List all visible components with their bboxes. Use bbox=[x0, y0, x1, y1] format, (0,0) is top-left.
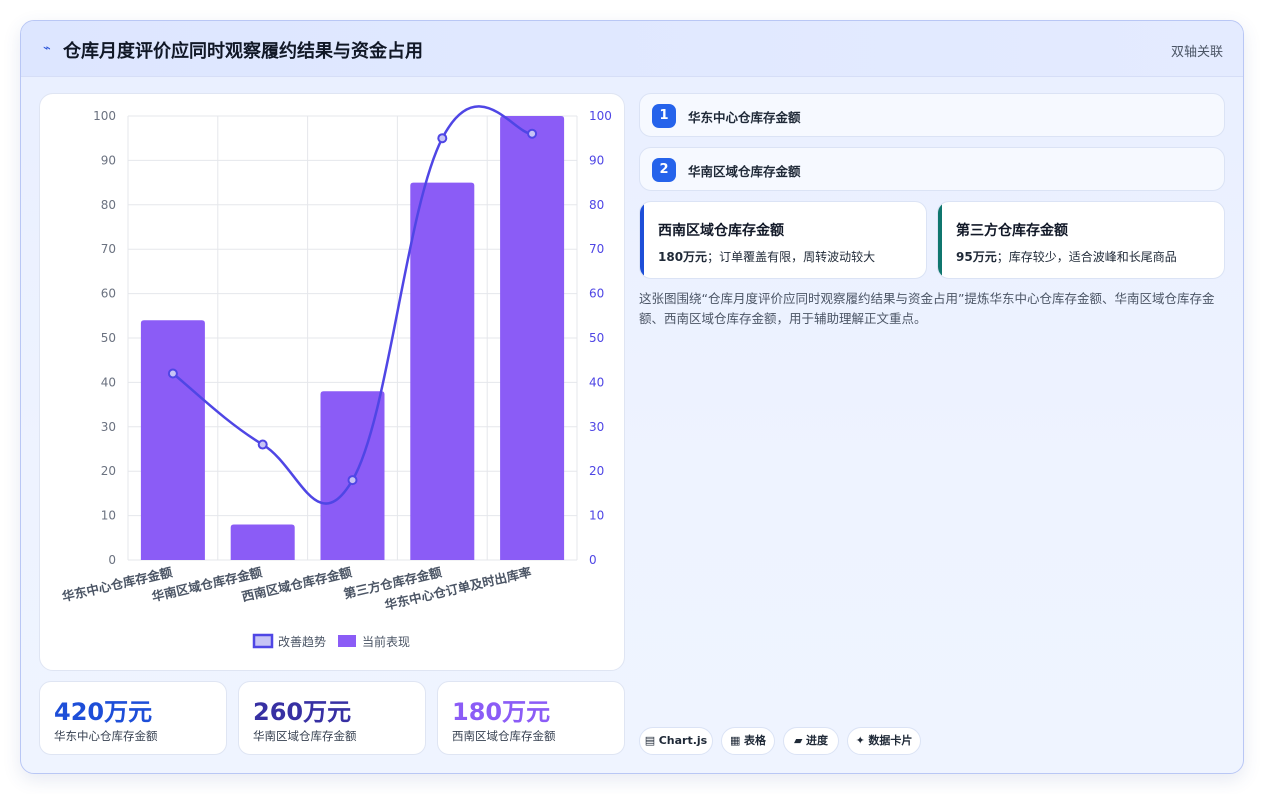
y2-tick-label: 0 bbox=[589, 553, 597, 567]
legend-swatch-line bbox=[252, 633, 274, 649]
chart-panel: 0 0 10 10 20 20 30 30 40 40 50 50 60 60 70 70 80 80 90 90 10… bbox=[39, 93, 625, 671]
list-item-2[interactable]: 2 华南区域仓库存金额 bbox=[639, 147, 1225, 191]
chip-chartjs[interactable]: ▤ Chart.js bbox=[639, 727, 713, 755]
progress-icon: ▰ bbox=[794, 734, 803, 747]
trend-point bbox=[437, 133, 448, 144]
table-icon: ▦ bbox=[730, 734, 741, 747]
y2-tick-label: 40 bbox=[589, 375, 604, 389]
y-tick-label: 40 bbox=[101, 375, 116, 389]
note-value: 95万元 bbox=[956, 250, 997, 264]
y-tick-label: 20 bbox=[101, 464, 116, 478]
chip-label: 进度 bbox=[805, 734, 828, 747]
list-item-label: 华南区域仓库存金额 bbox=[688, 164, 801, 179]
y2-tick-label: 60 bbox=[589, 287, 604, 301]
bar bbox=[500, 116, 565, 560]
list-item-label: 华东中心仓库存金额 bbox=[688, 110, 801, 125]
stat-label: 华东中心仓库存金额 bbox=[54, 729, 158, 743]
stat-card-3: 180万元 西南区域仓库存金额 bbox=[437, 681, 625, 755]
item-number-badge: 1 bbox=[652, 104, 676, 128]
note-title: 西南区域仓库存金额 bbox=[658, 223, 784, 239]
chip-label: Chart.js bbox=[658, 734, 708, 747]
note-value: 180万元 bbox=[658, 250, 708, 264]
trend-point bbox=[527, 128, 538, 139]
stat-value: 180万元 bbox=[452, 698, 551, 726]
y2-tick-label: 20 bbox=[589, 464, 604, 478]
note-card-southwest: 西南区域仓库存金额 180万元；订单覆盖有限，周转波动较大 bbox=[639, 201, 927, 279]
list-item-1[interactable]: 1 华东中心仓库存金额 bbox=[639, 93, 1225, 137]
legend-swatch-bar bbox=[338, 635, 356, 647]
y-tick-label: 90 bbox=[101, 153, 116, 167]
legend-label: 当前表现 bbox=[362, 634, 410, 649]
dual-axis-tag: 双轴关联 bbox=[1170, 45, 1223, 60]
y-tick-label: 60 bbox=[101, 287, 116, 301]
header: ⌁ 仓库月度评价应同时观察履约结果与资金占用 双轴关联 bbox=[21, 21, 1243, 77]
y-tick-label: 30 bbox=[101, 420, 116, 434]
chip-label: 数据卡片 bbox=[868, 734, 913, 747]
accent-bar bbox=[938, 202, 942, 278]
stat-value: 420万元 bbox=[54, 698, 153, 726]
y2-tick-label: 100 bbox=[589, 109, 612, 123]
item-number-badge: 2 bbox=[652, 158, 676, 182]
chip-data-card[interactable]: ✦ 数据卡片 bbox=[847, 727, 921, 755]
dual-axis-chart: 0 0 10 10 20 20 30 30 40 40 50 50 60 60 70 70 80 80 90 90 10… bbox=[61, 105, 612, 649]
note-detail: 180万元；订单覆盖有限，周转波动较大 bbox=[658, 248, 875, 265]
note-desc: ；库存较少，适合波峰和长尾商品 bbox=[996, 250, 1177, 264]
y-tick-label: 0 bbox=[108, 553, 116, 567]
bar bbox=[140, 320, 205, 560]
y2-tick-label: 30 bbox=[589, 420, 604, 434]
y-tick-label: 70 bbox=[101, 242, 116, 256]
accent-bar bbox=[640, 202, 644, 278]
note-detail: 95万元；库存较少，适合波峰和长尾商品 bbox=[956, 248, 1177, 265]
card-icon: ✦ bbox=[855, 734, 865, 747]
bar bbox=[410, 182, 475, 560]
y2-tick-label: 10 bbox=[589, 509, 604, 523]
y-tick-label: 50 bbox=[101, 331, 116, 345]
chart-icon: ▤ bbox=[644, 734, 656, 747]
stat-label: 华南区域仓库存金额 bbox=[253, 729, 357, 743]
bar bbox=[230, 524, 295, 560]
y-tick-label: 10 bbox=[101, 509, 116, 523]
chip-label: 表格 bbox=[743, 734, 766, 747]
trend-point bbox=[167, 368, 178, 379]
note-card-third-party: 第三方仓库存金额 95万元；库存较少，适合波峰和长尾商品 bbox=[937, 201, 1225, 279]
note-desc: ；订单覆盖有限，周转波动较大 bbox=[707, 250, 876, 264]
trend-point bbox=[347, 475, 358, 486]
chart-line-icon: ⌁ bbox=[43, 41, 51, 56]
legend-label: 改善趋势 bbox=[278, 634, 326, 649]
stat-card-2: 260万元 华南区域仓库存金额 bbox=[238, 681, 426, 755]
stat-value: 260万元 bbox=[253, 698, 352, 726]
chip-progress[interactable]: ▰ 进度 bbox=[783, 727, 839, 755]
y2-tick-label: 70 bbox=[589, 242, 604, 256]
y2-tick-label: 90 bbox=[589, 153, 604, 167]
note-title: 第三方仓库存金额 bbox=[956, 223, 1068, 239]
stat-label: 西南区域仓库存金额 bbox=[452, 729, 556, 743]
chart-description: 这张图围绕“仓库月度评价应同时观察履约结果与资金占用”提炼华东中心仓库存金额、华… bbox=[639, 291, 1215, 326]
y-tick-label: 80 bbox=[101, 198, 116, 212]
chip-table[interactable]: ▦ 表格 bbox=[721, 727, 775, 755]
trend-point bbox=[257, 439, 268, 450]
y2-tick-label: 50 bbox=[589, 331, 604, 345]
stat-card-1: 420万元 华东中心仓库存金额 bbox=[39, 681, 227, 755]
page-title: 仓库月度评价应同时观察履约结果与资金占用 bbox=[63, 41, 423, 62]
dashboard-card: ⌁ 仓库月度评价应同时观察履约结果与资金占用 双轴关联 0 0 10 10 20 20 30… bbox=[20, 20, 1244, 774]
y-tick-label: 100 bbox=[93, 109, 116, 123]
y2-tick-label: 80 bbox=[589, 198, 604, 212]
